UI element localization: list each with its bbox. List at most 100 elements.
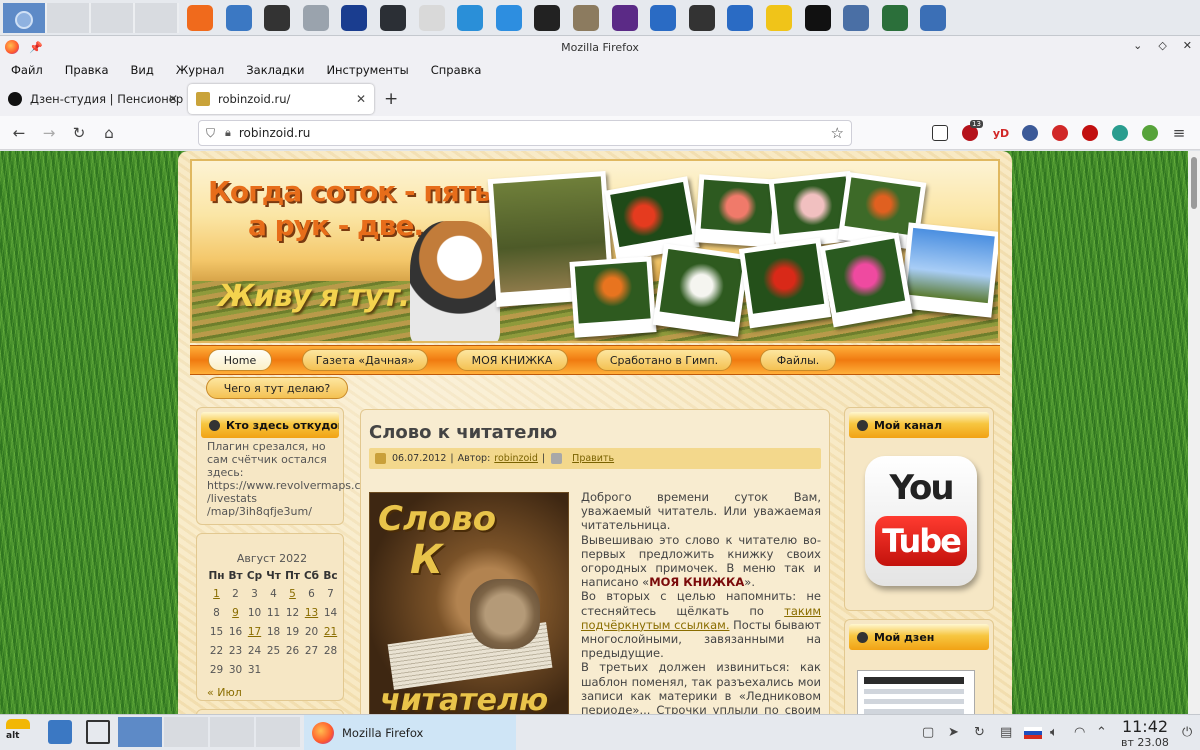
flower-photo [569,256,657,338]
folder-icon[interactable] [225,4,252,31]
soccer-icon[interactable] [534,4,561,31]
menu-item[interactable]: Закладки [246,63,304,77]
headphones-icon[interactable] [650,4,677,31]
tab-dzen[interactable]: Дзен-студия | Пенсионер ✕ [0,84,186,114]
dzen-screenshot[interactable] [857,670,975,714]
p-icon[interactable] [920,4,947,31]
firefox-icon[interactable] [187,4,213,31]
file-manager-icon[interactable] [48,720,72,744]
author-link[interactable]: robinzoid [494,453,538,464]
maximize-icon[interactable]: ◇ [1158,39,1166,52]
pocket-icon[interactable] [932,125,948,141]
desktop-2[interactable] [164,717,208,747]
new-tab-button[interactable]: + [384,89,398,109]
terminal-icon[interactable] [264,4,291,31]
calculator-icon[interactable] [457,4,484,31]
post-title[interactable]: Слово к читателю [369,422,557,443]
nav-newspaper[interactable]: Газета «Дачная» [302,349,428,371]
nav-gimp[interactable]: Сработано в Гимп. [596,349,732,371]
disc-icon[interactable] [379,4,406,31]
workspace-3[interactable] [91,2,135,33]
calendar-day-link[interactable]: 21 [321,622,340,641]
vpn-icon[interactable] [1022,125,1038,141]
youtube-logo[interactable]: You Tube [865,456,977,586]
wifi-tray-icon[interactable]: ◠ [1074,725,1085,740]
window-titlebar[interactable]: 📌 Mozilla Firefox ⌄ ◇ ✕ [0,36,1200,58]
color-picker-icon[interactable] [1112,125,1128,141]
more-icon[interactable] [302,4,329,31]
rec-icon[interactable] [1082,125,1098,141]
back-icon[interactable]: ← [10,124,28,142]
document-icon[interactable] [495,4,522,31]
nav-what-i-do[interactable]: Чего я тут делаю? [206,377,348,399]
forward-icon[interactable]: → [40,124,58,142]
clock[interactable]: 11:42 вт 23.08 [1112,717,1178,749]
menu-item[interactable]: Правка [65,63,109,77]
workspace-2[interactable] [47,2,91,33]
calendar-day-link[interactable]: 1 [207,584,226,603]
calendar-day-link[interactable]: 13 [302,603,321,622]
nav-home[interactable]: Home [208,349,272,371]
power-icon[interactable]: ⏻ [1182,725,1192,740]
site-banner[interactable]: Когда соток - пять, а рук - две... Живу … [190,159,1000,343]
globe-icon[interactable] [881,4,908,31]
home-icon[interactable]: ⌂ [100,124,118,142]
close-tab-icon[interactable]: ✕ [356,92,366,106]
tracking-shield-icon[interactable]: ⛉ [206,126,215,141]
app-menu-icon[interactable]: ≡ [1170,124,1188,142]
video-editor-icon[interactable] [341,4,368,31]
pin-icon[interactable]: 📌 [29,41,43,54]
calendar-day-link[interactable]: 17 [245,622,264,641]
download-icon[interactable] [1142,125,1158,141]
menu-item[interactable]: Файл [11,63,43,77]
menu-item[interactable]: Журнал [176,63,224,77]
telegram-tray-icon[interactable]: ➤ [948,725,959,740]
network-icon[interactable] [727,4,754,31]
start-menu-button[interactable]: alt [6,719,36,747]
menu-item[interactable]: Инструменты [326,63,408,77]
notes-icon[interactable] [765,4,792,31]
nav-files[interactable]: Файлы. [760,349,836,371]
updates-tray-icon[interactable]: ↻ [974,725,985,740]
tab-robinzoid[interactable]: robinzoid.ru/ ✕ [188,84,374,114]
minimize-icon[interactable]: ⌄ [1133,39,1142,52]
bookmark-star-icon[interactable]: ☆ [831,124,844,142]
notes-tray-icon[interactable]: ▤ [1000,725,1012,740]
calendar-prev-link[interactable]: « Июл [207,686,242,699]
yandex-disk-icon[interactable]: yD [990,125,1012,141]
show-desktop-icon[interactable] [86,720,110,744]
calendar-day-link[interactable]: 9 [226,603,245,622]
taskbar-firefox-task[interactable]: Mozilla Firefox [304,715,516,750]
scrollbar-thumb[interactable] [1191,157,1197,209]
menu-item[interactable]: Вид [131,63,154,77]
screenshot-icon[interactable] [1052,125,1068,141]
url-text[interactable]: robinzoid.ru [239,126,311,140]
workspace-pager[interactable] [3,2,179,33]
edit-link[interactable]: Править [572,453,614,464]
workspace-1[interactable] [3,2,47,33]
calendar-day-link[interactable]: 5 [283,584,302,603]
desktop-3[interactable] [210,717,254,747]
workspace-4[interactable] [135,2,179,33]
volume-tray-icon[interactable]: 🔈︎ [1050,725,1058,740]
post-image[interactable]: Слово К читателю [369,492,569,714]
media-icon[interactable] [611,4,638,31]
desktop-4[interactable] [256,717,300,747]
film-icon[interactable] [688,4,715,31]
page-scrollbar[interactable] [1188,151,1200,714]
close-icon[interactable]: ✕ [1183,39,1192,52]
reload-icon[interactable]: ↻ [70,124,88,142]
gimp-icon[interactable] [572,4,599,31]
clipboard-tray-icon[interactable]: ▢ [922,725,934,740]
close-tab-icon[interactable]: ✕ [168,92,178,106]
desktop-1[interactable] [118,717,162,747]
nav-my-book[interactable]: МОЯ КНИЖКА [456,349,568,371]
text-editor-icon[interactable] [418,4,445,31]
russian-flag-icon[interactable] [1024,727,1042,739]
amazon-icon[interactable] [804,4,831,31]
lock-icon[interactable]: 🔒︎ [225,126,231,140]
menu-item[interactable]: Справка [431,63,482,77]
webcam-icon[interactable] [843,4,870,31]
url-bar[interactable]: ⛉ 🔒︎ robinzoid.ru ☆ [198,120,852,146]
arrow-up-tray-icon[interactable]: ⌃ [1096,725,1107,740]
